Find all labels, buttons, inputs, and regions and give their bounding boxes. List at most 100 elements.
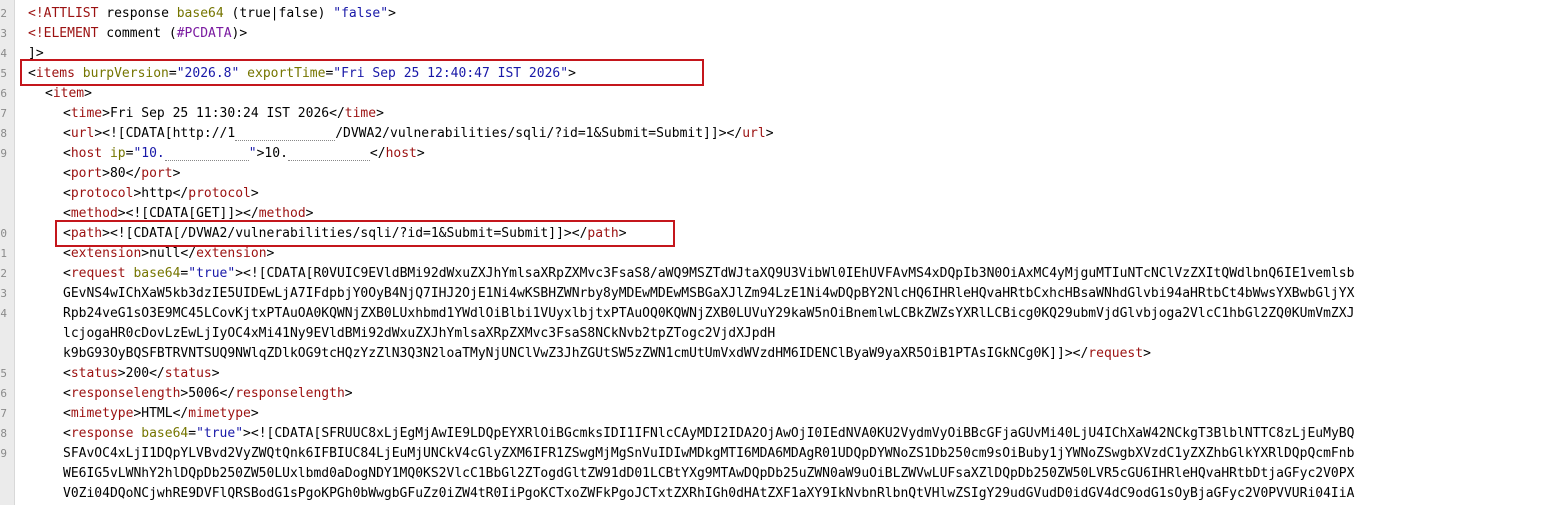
- line-number: 8: [0, 127, 7, 140]
- line-number: 7: [0, 407, 7, 420]
- code-token: ip: [102, 146, 126, 161]
- line-number: 1: [0, 247, 7, 260]
- code-line-time[interactable]: <time>Fri Sep 25 11:30:24 IST 2026</time…: [28, 104, 1553, 124]
- code-token: base64: [176, 6, 224, 21]
- line-number-gutter: 2 3 4 5 6 7 8 9 0 1 2 3 4 5 6 7 8 9: [0, 0, 15, 505]
- code-token: >5006</: [180, 386, 236, 401]
- code-token: >HTML</: [133, 406, 189, 421]
- code-token: >: [250, 186, 259, 201]
- code-token: "false": [333, 6, 389, 21]
- code-token: method: [70, 206, 118, 221]
- line-number: 2: [0, 267, 7, 280]
- code-token: mimetype: [70, 406, 134, 421]
- code-token: port: [141, 166, 173, 181]
- code-token: #PCDATA: [176, 26, 232, 41]
- code-token: >http</: [133, 186, 189, 201]
- code-editor[interactable]: 2 3 4 5 6 7 8 9 0 1 2 3 4 5 6 7 8 9 <!AT…: [0, 0, 1553, 505]
- line-number: 4: [0, 307, 7, 320]
- code-token: "true": [196, 426, 244, 441]
- code-token: <: [45, 86, 53, 101]
- code-line-protocol[interactable]: <protocol>http</protocol>: [28, 184, 1553, 204]
- code-line-mimetype[interactable]: <mimetype>HTML</mimetype>: [28, 404, 1553, 424]
- code-line-port[interactable]: <port>80</port>: [28, 164, 1553, 184]
- code-token: "true": [188, 266, 236, 281]
- code-token: >80</: [102, 166, 142, 181]
- redacted-value: [287, 146, 370, 161]
- code-token: )>: [231, 26, 248, 41]
- code-token: >: [1143, 346, 1151, 361]
- code-token: base64: [125, 266, 181, 281]
- code-token: response: [70, 426, 134, 441]
- code-token: ><![CDATA[SFRUUC8xLjEgMjAwIE9LDQpEYXRlOi…: [243, 426, 1355, 441]
- code-token: protocol: [188, 186, 251, 201]
- code-token: >: [84, 86, 92, 101]
- code-line-response-wrap[interactable]: SFAvOC4xLjI1DQpYLVBvd2VyZWQtQnk6IFBIUC84…: [28, 444, 1553, 464]
- code-token: <!ATTLIST: [28, 6, 99, 21]
- code-token: >: [344, 386, 353, 401]
- code-token: time: [344, 106, 377, 121]
- code-token: >Fri Sep 25 11:30:24 IST 2026</: [102, 106, 345, 121]
- code-line-url[interactable]: <url><![CDATA[http://1/DVWA2/vulnerabili…: [28, 124, 1553, 144]
- line-number: 8: [0, 427, 7, 440]
- highlight-box-items: [20, 59, 704, 86]
- code-line-request-wrap[interactable]: GEvNS4wIChXaW5kb3dzIE5UIDEwLjA7IFdpbjY0O…: [28, 284, 1553, 304]
- code-token: host: [70, 146, 103, 161]
- code-token: url: [742, 126, 766, 141]
- code-token: ": [248, 146, 257, 161]
- code-token: >: [376, 106, 384, 121]
- code-token: >: [172, 166, 181, 181]
- line-number: 6: [0, 87, 7, 100]
- code-token: V0Zi04DQoNCjwhRE9DVFlQRSBodG1sPgoKPGh0bW…: [63, 486, 1355, 501]
- code-line-response-wrap[interactable]: WE6IG5vLWNhY2hlDQpDb250ZW50LUxlbmd0aDogN…: [28, 464, 1553, 484]
- code-token: <: [63, 166, 71, 181]
- code-token: >10.: [256, 146, 288, 161]
- code-token: extension: [196, 246, 267, 261]
- code-token: >: [211, 366, 220, 381]
- code-token: <: [63, 426, 71, 441]
- code-line-element[interactable]: <!ELEMENT comment (#PCDATA)>: [28, 24, 1553, 44]
- code-token: <: [63, 246, 71, 261]
- line-number: 7: [0, 107, 7, 120]
- code-line-extension[interactable]: <extension>null</extension>: [28, 244, 1553, 264]
- code-token: status: [70, 366, 118, 381]
- code-token: method: [258, 206, 306, 221]
- redacted-value: [235, 126, 336, 141]
- code-line-response-wrap[interactable]: V0Zi04DQoNCjwhRE9DVFlQRSBodG1sPgoKPGh0bW…: [28, 484, 1553, 504]
- highlight-box-path: [55, 220, 675, 247]
- code-token: >: [266, 246, 275, 261]
- code-line-request-wrap[interactable]: k9bG93OyBQSFBTRVNTSUQ9NWlqZDlkOG9tcHQzYz…: [28, 344, 1553, 364]
- code-line-request[interactable]: <request base64="true"><![CDATA[R0VUIC9E…: [28, 264, 1553, 284]
- line-number: 2: [0, 7, 7, 20]
- code-token: <: [63, 386, 71, 401]
- code-line-request-wrap[interactable]: Rpb24veG1sO3E9MC45LCovKjtxPTAuOA0KQWNjZX…: [28, 304, 1553, 324]
- code-line-request-wrap[interactable]: lcjogaHR0cDovLzEwLjIyOC4xMi41Ny9EVldBMi9…: [28, 324, 1553, 344]
- code-token: "10.: [133, 146, 165, 161]
- line-number: 3: [0, 287, 7, 300]
- code-token: =: [188, 426, 197, 441]
- code-token: responselength: [235, 386, 345, 401]
- code-token: <!ELEMENT: [28, 26, 99, 41]
- code-token: >: [305, 206, 314, 221]
- code-token: >: [765, 126, 774, 141]
- code-line-host[interactable]: <host ip="10. ">10. </host>: [28, 144, 1553, 164]
- line-number: 5: [0, 367, 7, 380]
- code-line-response[interactable]: <response base64="true"><![CDATA[SFRUUC8…: [28, 424, 1553, 444]
- line-number: 4: [0, 47, 7, 60]
- code-token: ><![CDATA[GET]]></: [117, 206, 259, 221]
- code-token: >200</: [117, 366, 165, 381]
- code-line-responselength[interactable]: <responselength>5006</responselength>: [28, 384, 1553, 404]
- code-token: ><![CDATA[R0VUIC9EVldBMi92dWxuZXJhYmlsaX…: [235, 266, 1355, 281]
- code-line-attlist[interactable]: <!ATTLIST response base64 (true|false) "…: [28, 4, 1553, 24]
- line-number: 6: [0, 387, 7, 400]
- code-token: /DVWA2/vulnerabilities/sqli/?id=1&Submit…: [335, 126, 743, 141]
- code-token: extension: [70, 246, 142, 261]
- code-line-item[interactable]: <item>: [28, 84, 1553, 104]
- redacted-value: [164, 146, 249, 161]
- code-token: request: [1088, 346, 1144, 361]
- code-token: time: [70, 106, 103, 121]
- code-line-status[interactable]: <status>200</status>: [28, 364, 1553, 384]
- line-number: 9: [0, 147, 7, 160]
- code-token: item: [52, 86, 85, 101]
- code-token: lcjogaHR0cDovLzEwLjIyOC4xMi41Ny9EVldBMi9…: [63, 326, 776, 341]
- code-token: mimetype: [188, 406, 251, 421]
